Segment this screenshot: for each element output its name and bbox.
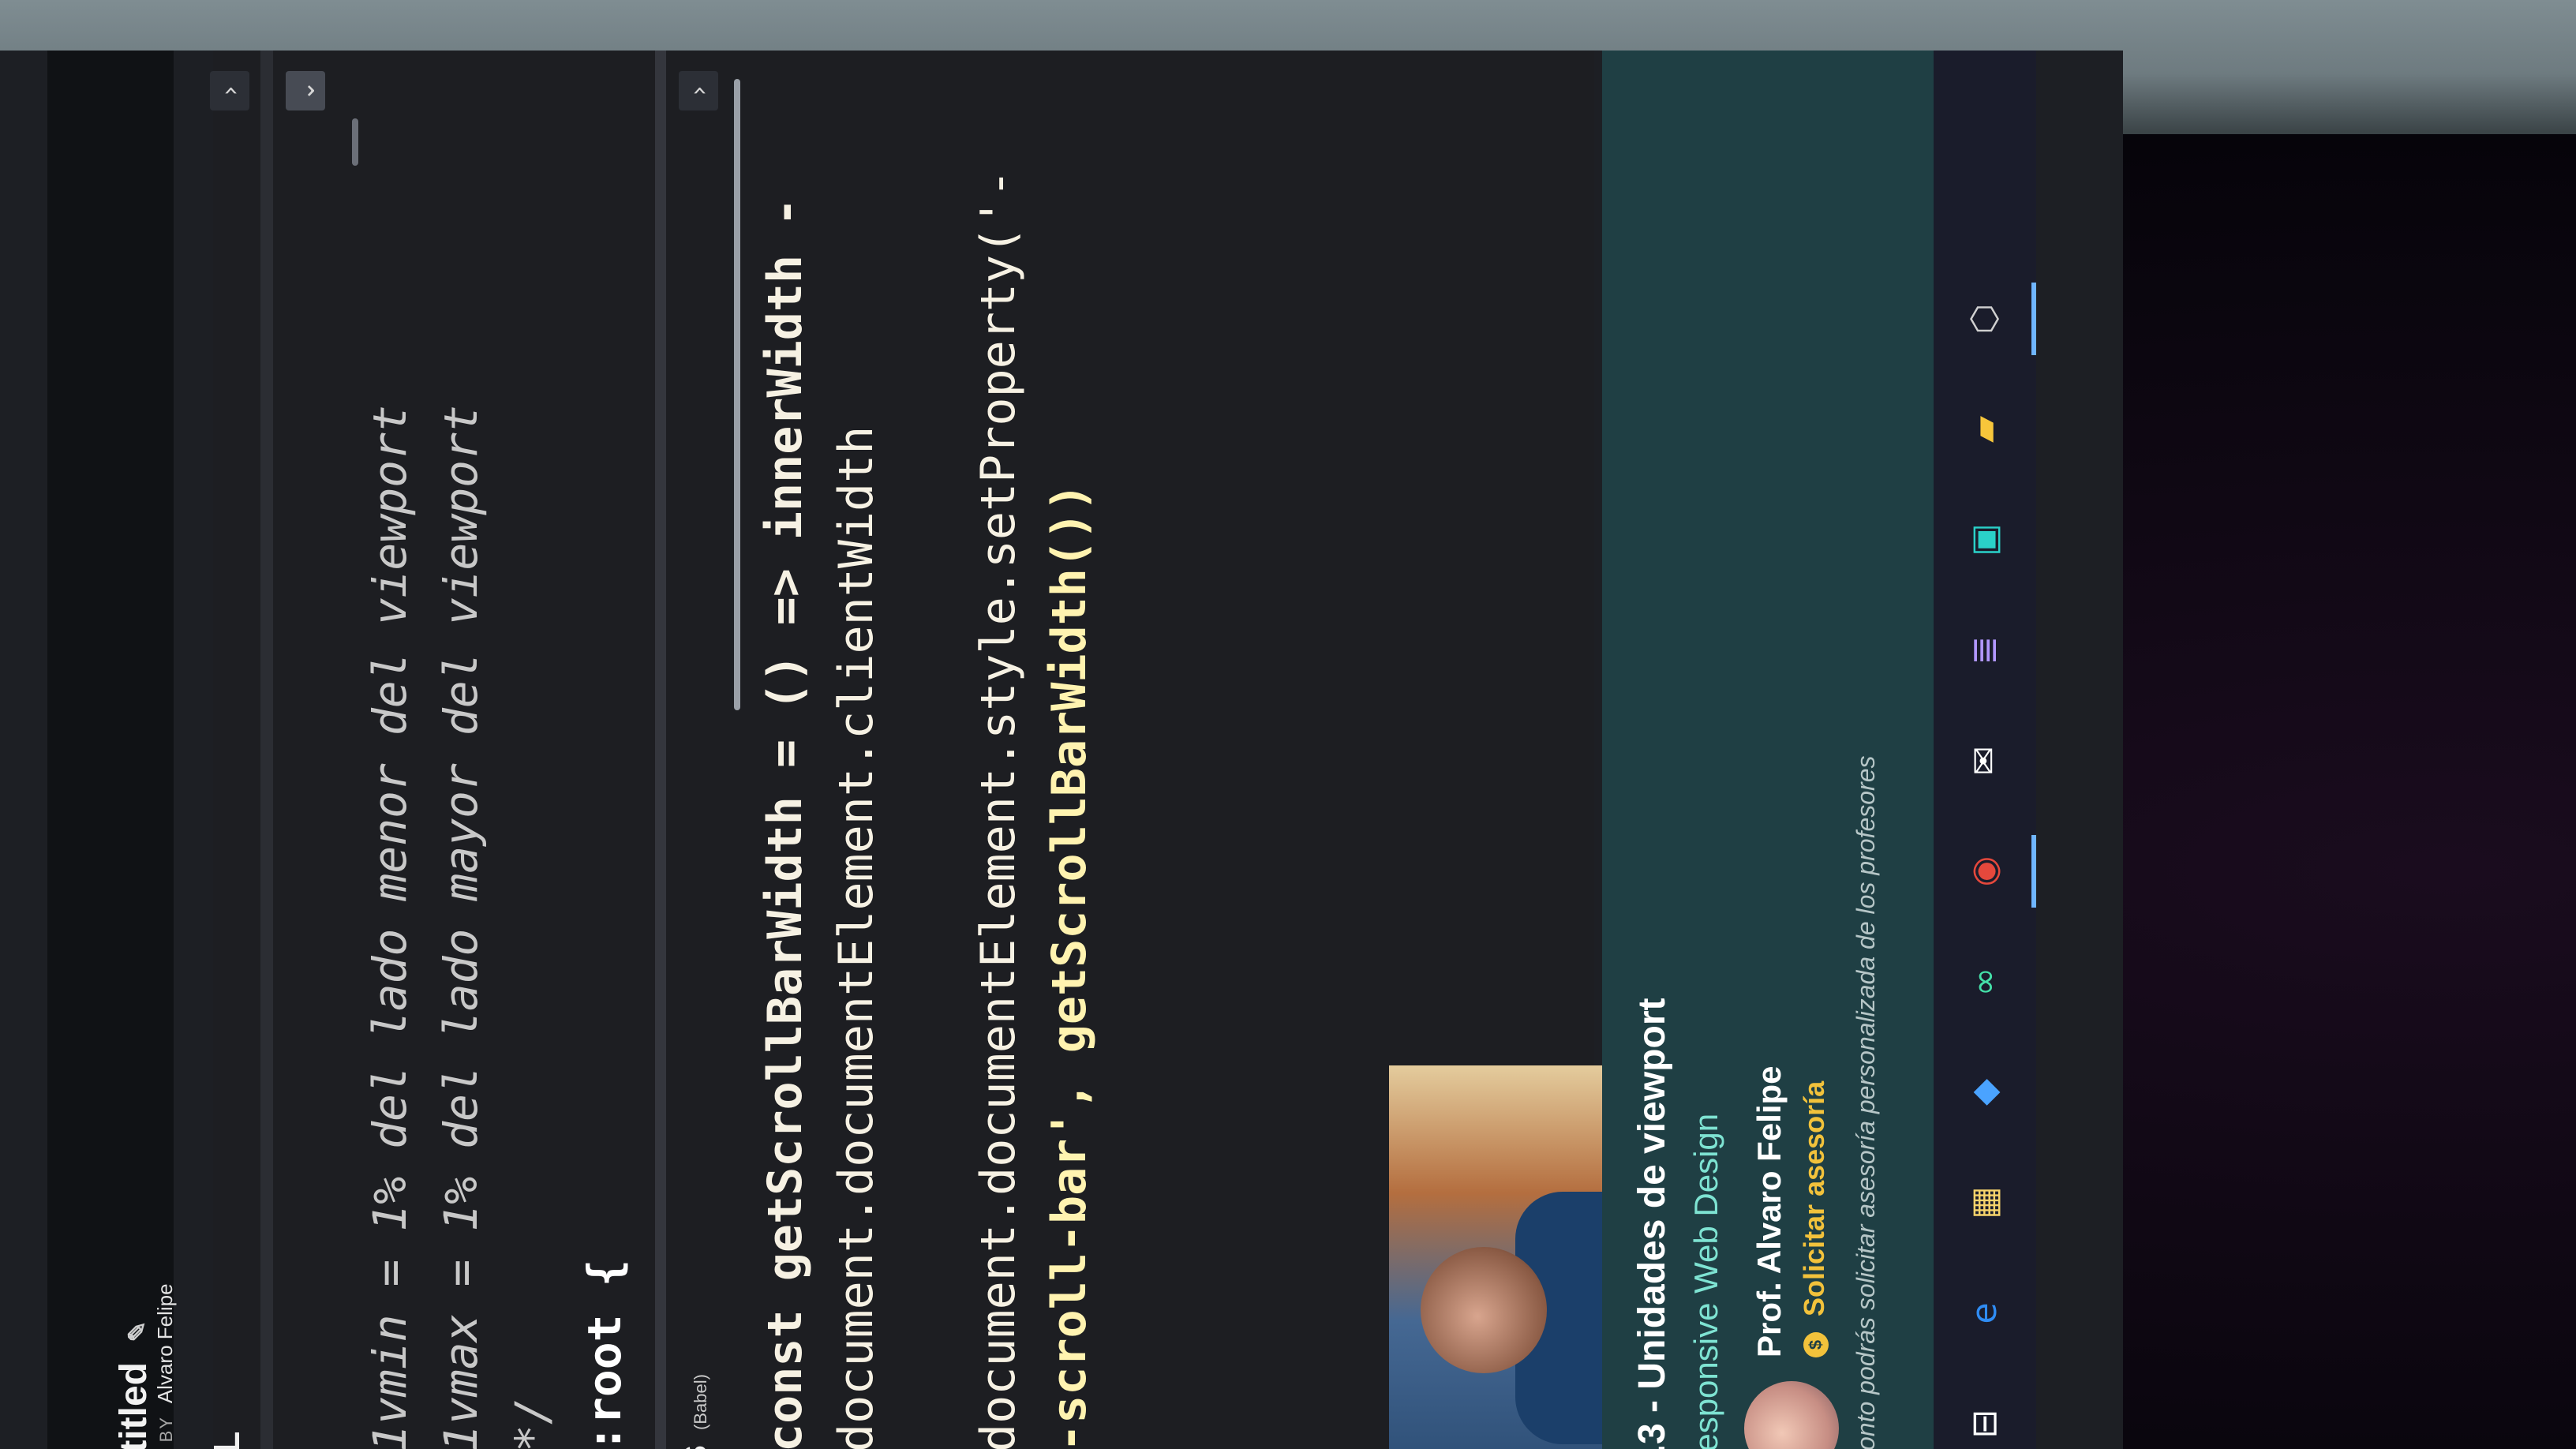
author-link[interactable]: Alvaro Felipe	[153, 1283, 177, 1403]
advice-note: Pronto podrás solicitar asesoría persona…	[1852, 755, 1880, 1449]
course-info-bar: 2.3 - Unidades de viewport Responsive We…	[1602, 51, 1934, 1449]
lesson-title: 2.3 - Unidades de viewport	[1631, 998, 1673, 1449]
professor-name[interactable]: Prof. Alvaro Felipe	[1750, 1065, 1788, 1357]
html-panel-chevron-icon[interactable]: ›	[210, 71, 249, 110]
webstorm-icon[interactable]: ▣	[1956, 511, 2012, 568]
html-panel-tab[interactable]: ML	[205, 1432, 248, 1449]
css-panel-chevron-icon[interactable]: ⌄	[286, 71, 325, 110]
professor-avatar[interactable]	[1744, 1381, 1839, 1449]
pen-title[interactable]: ntitled	[113, 1362, 155, 1449]
webcam-figure-face	[1421, 1247, 1547, 1373]
dropbox-icon[interactable]: ◆	[1956, 1064, 2012, 1121]
photo-stage: ntitled ✎ EN BY Alvaro Felipe ML › S ⌄ 1…	[0, 0, 2576, 1449]
js-horizontal-scrollbar[interactable]	[734, 79, 740, 710]
instructor-webcam	[1389, 1065, 1626, 1449]
js-panel-chevron-icon[interactable]: ›	[679, 71, 718, 110]
css-code-line-2[interactable]: 1vmax = 1% del lado mayor del viewport	[434, 405, 488, 1449]
js-code-line-3[interactable]: document.documentElement.style.setProper…	[971, 169, 1026, 1449]
js-mode-label: (Babel)	[691, 1374, 710, 1430]
cube-app-icon[interactable]: ⬡	[1956, 290, 2012, 347]
chrome-active-indicator	[2031, 835, 2036, 908]
edge-icon[interactable]: e	[1956, 1285, 2012, 1342]
windows-taskbar: ⊟ e ▦ ◆ ∞ ◉ ✉ ≣ ▣ ▰ ⬡	[1934, 51, 2036, 1449]
task-view-icon[interactable]: ⊟	[1956, 1395, 2012, 1449]
folder-icon[interactable]: ▰	[1956, 401, 2012, 458]
edit-pencil-icon[interactable]: ✎	[122, 1321, 152, 1342]
monitor-screen: ntitled ✎ EN BY Alvaro Felipe ML › S ⌄ 1…	[0, 51, 2123, 1449]
database-app-icon[interactable]: ≣	[1956, 622, 2012, 679]
store-icon[interactable]: ▦	[1956, 1174, 2012, 1231]
pen-title-container[interactable]: ntitled ✎	[112, 1321, 155, 1449]
js-panel-tab[interactable]: JS (Babel)	[679, 1374, 714, 1449]
panel-divider-html[interactable]	[260, 51, 273, 1449]
request-advice-button[interactable]: $ Solicitar asesoría	[1798, 1081, 1831, 1357]
js-code-line-2[interactable]: document.documentElement.clientWidth	[829, 426, 884, 1449]
byline-prefix: EN BY	[156, 1415, 176, 1449]
js-code-line-1[interactable]: const getScrollBarWidth = () => innerWid…	[758, 198, 813, 1449]
js-code-line-4[interactable]: -scroll-bar', getScrollBarWidth())	[1042, 483, 1097, 1449]
css-code-line-1[interactable]: 1vmin = 1% del lado menor del viewport	[363, 405, 417, 1449]
pen-byline: EN BY Alvaro Felipe	[153, 1283, 178, 1449]
request-advice-label[interactable]: Solicitar asesoría	[1798, 1081, 1830, 1316]
coin-icon: $	[1803, 1332, 1829, 1357]
js-tab-label[interactable]: JS	[679, 1445, 713, 1449]
panel-divider-js[interactable]	[655, 51, 666, 1449]
chrome-icon[interactable]: ◉	[1956, 843, 2012, 900]
infinity-app-icon[interactable]: ∞	[1956, 953, 2012, 1010]
css-code-line-3[interactable]: */	[505, 1397, 559, 1449]
mail-icon[interactable]: ✉	[1956, 732, 2012, 789]
codepen-header: ntitled ✎ EN BY Alvaro Felipe	[47, 51, 177, 1449]
css-horizontal-scrollbar[interactable]	[352, 118, 358, 166]
css-code-line-4[interactable]: :root {	[578, 1260, 631, 1449]
course-link[interactable]: Responsive Web Design	[1687, 1114, 1725, 1449]
cube-app-active-indicator	[2031, 283, 2036, 355]
editors-area: ML › S ⌄ 1vmin = 1% del lado menor del v…	[206, 51, 1594, 1449]
